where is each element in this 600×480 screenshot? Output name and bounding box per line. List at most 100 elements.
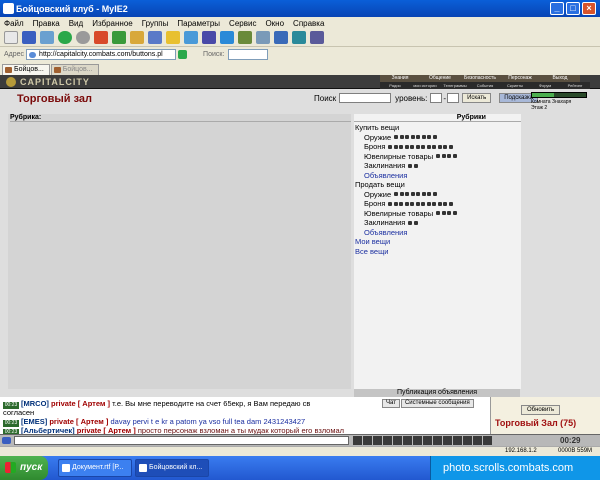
nav-exit[interactable]: Выход (540, 75, 580, 82)
menu-favorites[interactable]: Избранное (92, 19, 133, 28)
subnav-rating[interactable]: Рейтинг (560, 82, 590, 89)
minimize-button[interactable]: _ (550, 2, 564, 15)
mail-icon[interactable] (453, 436, 462, 445)
start-button[interactable]: пуск (0, 456, 48, 480)
buy-ads[interactable]: Объявления (355, 171, 520, 181)
search-input[interactable] (228, 49, 269, 60)
buy-jewelry[interactable]: Ювелирные товары (364, 152, 433, 162)
menu-file[interactable]: Файл (4, 19, 24, 28)
window-icon[interactable] (274, 31, 288, 44)
search-label: Поиск (314, 93, 337, 103)
menu-edit[interactable]: Правка (33, 19, 60, 28)
menu-groups[interactable]: Группы (142, 19, 169, 28)
status-ip: 192.168.1.2 (505, 448, 537, 454)
buy-items[interactable]: Купить вещи (355, 123, 520, 133)
nav-security[interactable]: Безопасность (460, 75, 500, 82)
search-button[interactable]: Искать (462, 93, 492, 103)
refresh-icon[interactable] (112, 31, 126, 44)
subnav-radio[interactable]: Радио (380, 82, 410, 89)
search-icon[interactable] (148, 31, 162, 44)
task-browser[interactable]: Бойцовский кл... (135, 459, 209, 477)
scroll-icon[interactable] (413, 436, 422, 445)
favorites-icon[interactable] (166, 31, 180, 44)
subnav-forum[interactable]: Форум (530, 82, 560, 89)
mail-icon[interactable] (202, 31, 216, 44)
window-titlebar[interactable]: Бойцовский клуб - MyIE2 _ □ × (0, 0, 600, 17)
subnav-events[interactable]: События (470, 82, 500, 89)
tab-inactive[interactable]: Бойцов... (50, 64, 99, 75)
back-icon[interactable] (58, 31, 72, 44)
proxy-icon[interactable] (238, 31, 252, 44)
menu-help[interactable]: Справка (293, 19, 324, 28)
globe-icon[interactable] (220, 31, 234, 44)
save-icon[interactable] (22, 31, 36, 44)
buy-armor[interactable]: Броня (364, 142, 385, 152)
subnav-scripts[interactable]: Скрипты (500, 82, 530, 89)
buy-spells[interactable]: Заклинания (364, 161, 405, 171)
sell-items[interactable]: Продать вещи (355, 180, 520, 190)
settings-icon[interactable] (423, 436, 432, 445)
log-icon[interactable] (433, 436, 442, 445)
sell-weapons[interactable]: Оружие (364, 190, 391, 200)
clear-icon[interactable] (383, 436, 392, 445)
book-icon[interactable] (463, 436, 472, 445)
menu-window[interactable]: Окно (265, 19, 284, 28)
send-icon[interactable] (353, 436, 362, 445)
publish-ad-bar[interactable]: Публикация объявления (354, 389, 520, 397)
browser-tabs: Бойцов... Бойцов... (0, 62, 600, 75)
menu-view[interactable]: Вид (69, 19, 83, 28)
weapon-icons[interactable] (394, 135, 438, 140)
jewelry-icons[interactable] (436, 211, 458, 216)
level-min-input[interactable] (430, 93, 443, 103)
weapon-icons[interactable] (394, 192, 438, 197)
all-items-link[interactable]: Все вещи (355, 247, 520, 257)
jewelry-icons[interactable] (436, 154, 458, 159)
my-items-link[interactable]: Мои вещи (355, 237, 520, 247)
exit-icon[interactable] (483, 436, 492, 445)
forward-icon[interactable] (76, 31, 90, 44)
go-icon[interactable] (178, 50, 188, 59)
sell-armor[interactable]: Броня (364, 199, 385, 209)
game-logo: CAPITALCITY (6, 76, 90, 88)
new-icon[interactable] (4, 31, 18, 44)
subnav-stories[interactable]: мои истории (410, 82, 440, 89)
nav-character[interactable]: Персонаж (500, 75, 540, 82)
nav-communication[interactable]: Общение (420, 75, 460, 82)
spell-icons[interactable] (408, 220, 419, 225)
spell-icons[interactable] (408, 163, 419, 168)
grid-icon[interactable] (310, 31, 324, 44)
level-max-input[interactable] (447, 93, 460, 103)
smile-icon[interactable] (363, 436, 372, 445)
armor-icons[interactable] (388, 144, 454, 149)
sound-icon[interactable] (403, 436, 412, 445)
task-document[interactable]: Документ.rtf [Р... (58, 459, 132, 477)
tab-active[interactable]: Бойцов... (2, 64, 50, 75)
stop-icon[interactable] (94, 31, 108, 44)
update-button[interactable]: Обновить (521, 405, 561, 415)
subnav-telegrams[interactable]: Телеграммы (440, 82, 470, 89)
maximize-button[interactable]: □ (566, 2, 580, 15)
tools-icon[interactable] (256, 31, 270, 44)
armor-icons[interactable] (388, 201, 454, 206)
menu-options[interactable]: Параметры (177, 19, 220, 28)
tile-icon[interactable] (292, 31, 306, 44)
friends-icon[interactable] (443, 436, 452, 445)
history-icon[interactable] (184, 31, 198, 44)
app-icon (3, 3, 14, 14)
sell-ads[interactable]: Объявления (355, 228, 520, 238)
chat-icon[interactable] (2, 437, 11, 444)
translit-icon[interactable] (393, 436, 402, 445)
nav-knowledge[interactable]: Знания (380, 75, 420, 82)
print-icon[interactable] (40, 31, 54, 44)
menu-tools[interactable]: Сервис (229, 19, 256, 28)
sell-jewelry[interactable]: Ювелирные товары (364, 209, 433, 219)
buy-weapons[interactable]: Оружие (364, 133, 391, 143)
sell-spells[interactable]: Заклинания (364, 218, 405, 228)
chat-input[interactable] (14, 436, 349, 445)
close-button[interactable]: × (582, 2, 596, 15)
address-input[interactable]: http://capitalcity.combats.com/buttons.p… (26, 49, 177, 60)
home-icon[interactable] (130, 31, 144, 44)
filter-icon[interactable] (373, 436, 382, 445)
item-search-input[interactable] (339, 93, 392, 103)
map-icon[interactable] (473, 436, 482, 445)
